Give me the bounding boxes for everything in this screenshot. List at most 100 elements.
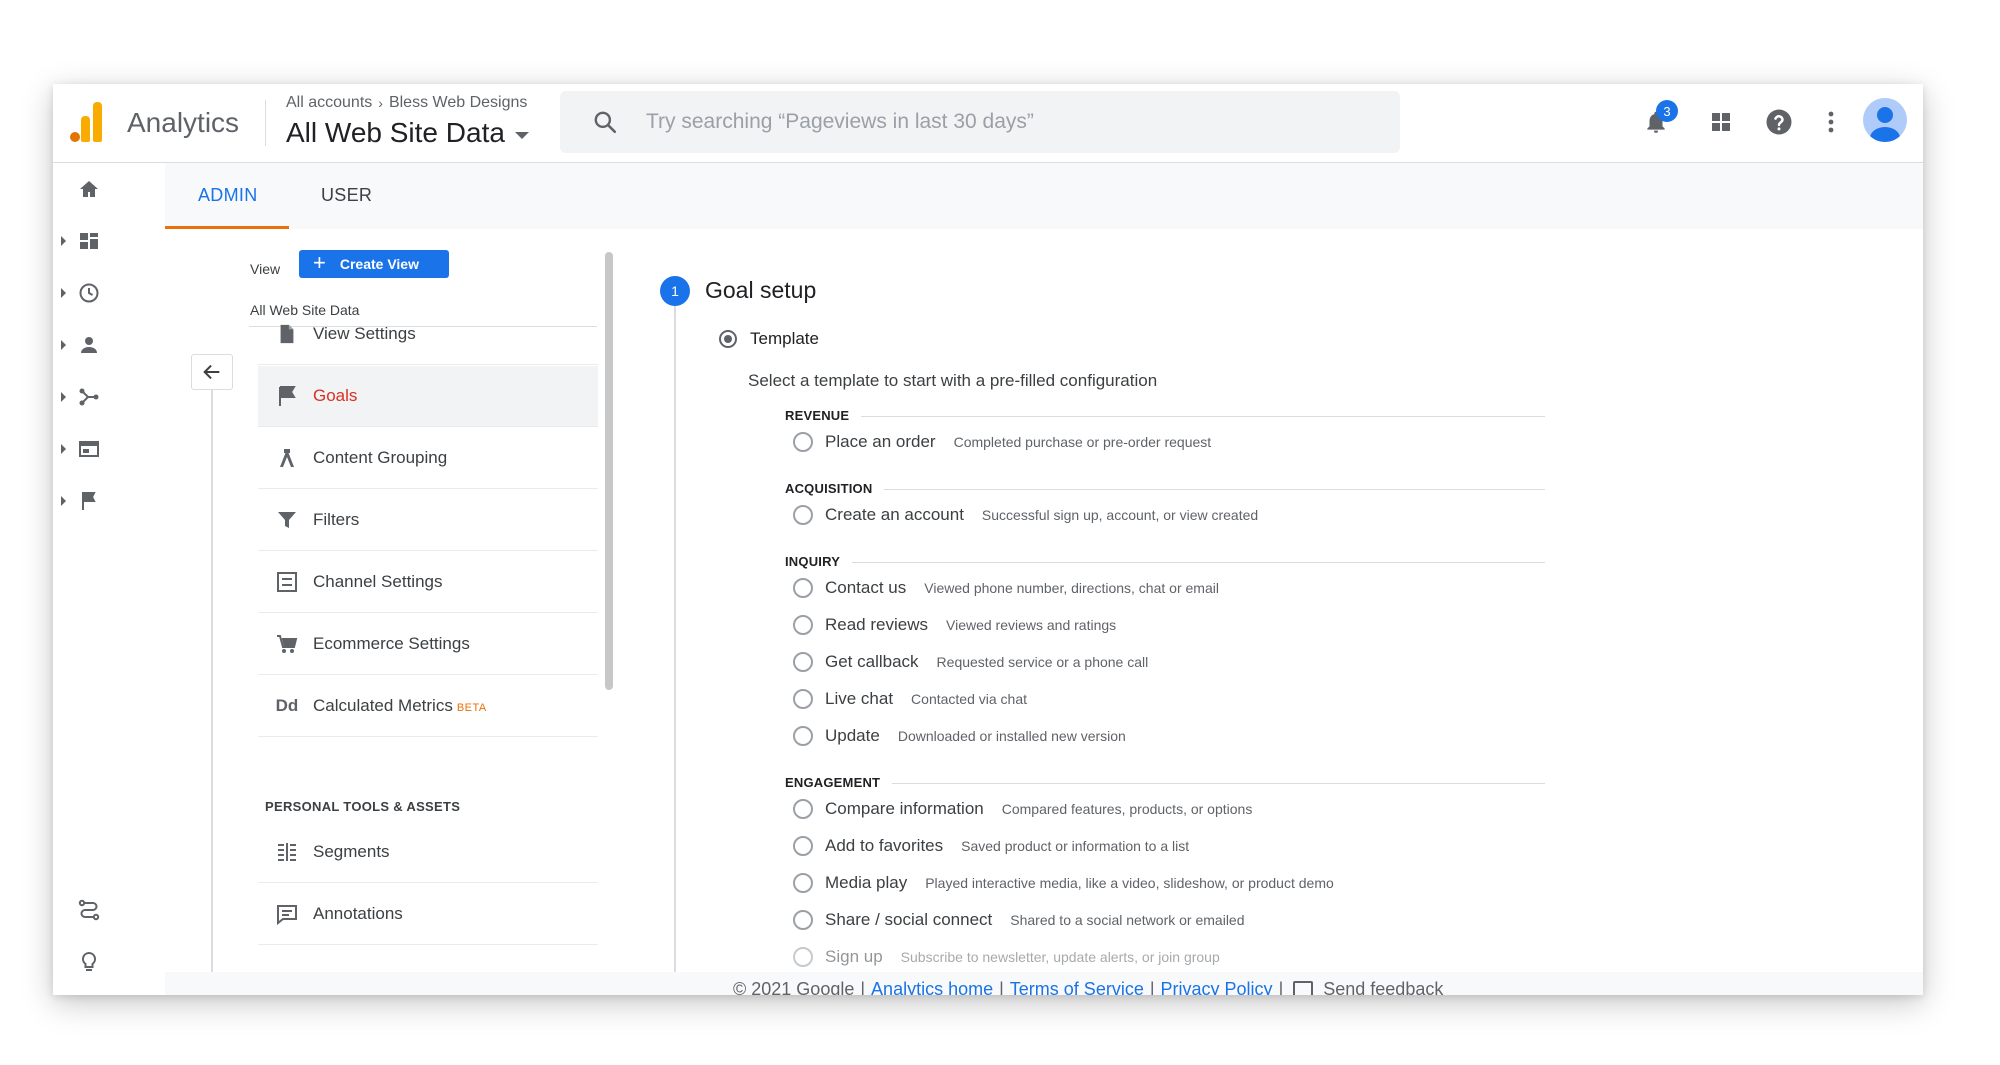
menu-item-segments[interactable]: Segments (258, 822, 598, 883)
help-icon (1766, 109, 1792, 135)
option-description: Compared features, products, or options (1001, 801, 1253, 817)
rail-behavior[interactable] (53, 427, 165, 471)
category-divider (785, 416, 1545, 417)
notifications-button[interactable]: 3 (1640, 100, 1678, 138)
radio-button[interactable] (793, 947, 813, 967)
document-icon (274, 321, 300, 347)
menu-item-view-settings[interactable]: View Settings (258, 304, 598, 365)
goal-option-create-an-account[interactable]: Create an account Successful sign up, ac… (793, 503, 1258, 527)
rail-customization[interactable] (53, 219, 165, 263)
audience-icon (81, 337, 97, 353)
send-feedback-link[interactable]: Send feedback (1323, 979, 1443, 995)
rail-conversions[interactable] (53, 479, 165, 523)
property-name[interactable]: All Web Site Data (286, 117, 505, 149)
goal-option-share-social-connect[interactable]: Share / social connect Shared to a socia… (793, 908, 1245, 932)
menu-item-filters[interactable]: Filters (258, 490, 598, 551)
radio-button[interactable] (793, 432, 813, 452)
menu-label: Ecommerce Settings (313, 634, 470, 653)
radio-button[interactable] (793, 689, 813, 709)
rail-attribution[interactable] (53, 888, 165, 932)
rail-home[interactable] (53, 167, 165, 211)
goal-option-sign-up[interactable]: Sign up Subscribe to newsletter, update … (793, 945, 1220, 969)
menu-item-channel-settings[interactable]: Channel Settings (258, 552, 598, 613)
category-title: REVENUE (785, 408, 862, 423)
footer-separator: | (860, 979, 866, 995)
privacy-link[interactable]: Privacy Policy (1161, 979, 1273, 995)
help-button[interactable] (1763, 106, 1795, 138)
column-guide-line (211, 390, 213, 995)
analytics-home-link[interactable]: Analytics home (871, 979, 993, 995)
breadcrumb-all-accounts[interactable]: All accounts (286, 94, 372, 112)
realtime-icon (79, 283, 99, 303)
rail-realtime[interactable] (53, 271, 165, 315)
option-label: Add to favorites (825, 836, 944, 855)
rail-audience[interactable] (53, 323, 165, 367)
channel-settings-icon (274, 569, 300, 595)
menu-item-annotations[interactable]: Annotations (258, 884, 598, 945)
view-label: View (250, 261, 281, 277)
template-label[interactable]: Template (750, 329, 819, 349)
tab-user[interactable]: USER (321, 185, 372, 206)
avatar[interactable] (1863, 98, 1907, 142)
option-label: Compare information (825, 799, 984, 818)
menu-item-calculated-metrics[interactable]: Dd Calculated Metrics BETA (258, 676, 598, 737)
option-description: Contacted via chat (911, 691, 1028, 707)
goal-option-place-an-order[interactable]: Place an order Completed purchase or pre… (793, 430, 1211, 454)
option-description: Requested service or a phone call (936, 654, 1149, 670)
goal-option-live-chat[interactable]: Live chat Contacted via chat (793, 687, 1027, 711)
search-bar[interactable]: Try searching “Pageviews in last 30 days… (560, 91, 1400, 153)
goal-option-add-to-favorites[interactable]: Add to favorites Saved product or inform… (793, 834, 1189, 858)
analytics-logo[interactable] (68, 102, 102, 142)
radio-button[interactable] (793, 910, 813, 930)
search-input[interactable]: Try searching “Pageviews in last 30 days… (646, 110, 1034, 134)
goal-option-contact-us[interactable]: Contact us Viewed phone number, directio… (793, 576, 1219, 600)
option-label: Sign up (825, 947, 883, 966)
template-description: Select a template to start with a pre-fi… (748, 371, 1158, 390)
breadcrumb-account[interactable]: Bless Web Designs (389, 94, 527, 112)
tab-admin[interactable]: ADMIN (198, 185, 258, 206)
menu-item-content-grouping[interactable]: Content Grouping (258, 428, 598, 489)
breadcrumb[interactable]: All accounts › Bless Web Designs (286, 94, 527, 112)
radio-button[interactable] (793, 799, 813, 819)
goal-option-read-reviews[interactable]: Read reviews Viewed reviews and ratings (793, 613, 1116, 637)
back-button[interactable] (191, 354, 233, 390)
radio-button[interactable] (793, 615, 813, 635)
rail-discover[interactable] (53, 940, 165, 984)
menu-item-ecommerce-settings[interactable]: Ecommerce Settings (258, 614, 598, 675)
more-options-button[interactable] (1815, 106, 1847, 138)
category-title: ENGAGEMENT (785, 775, 893, 790)
menu-label: Filters (313, 510, 360, 529)
footer-separator: | (1149, 979, 1155, 995)
copyright-text: © 2021 Google (733, 979, 855, 995)
create-view-button[interactable]: + Create View (299, 250, 449, 278)
app-name: Analytics (127, 107, 240, 138)
conversions-icon (82, 492, 96, 510)
radio-button[interactable] (793, 873, 813, 893)
analytics-window: Analytics All accounts › Bless Web Desig… (53, 84, 1923, 995)
option-description: Subscribe to newsletter, update alerts, … (900, 949, 1220, 965)
radio-button[interactable] (793, 726, 813, 746)
goal-option-compare-information[interactable]: Compare information Compared features, p… (793, 797, 1252, 821)
menu-item-goals[interactable]: Goals (258, 366, 598, 427)
expand-arrow-icon (61, 288, 66, 298)
property-selector[interactable]: All Web Site Data (286, 117, 529, 149)
goal-option-update[interactable]: Update Downloaded or installed new versi… (793, 724, 1126, 748)
content-grouping-icon (274, 445, 300, 471)
calculated-metrics-icon: Dd (275, 696, 299, 715)
radio-button[interactable] (793, 578, 813, 598)
option-label: Share / social connect (825, 910, 993, 929)
option-label: Create an account (825, 505, 964, 524)
radio-button[interactable] (793, 652, 813, 672)
rail-acquisition[interactable] (53, 375, 165, 419)
category-title: INQUIRY (785, 554, 853, 569)
terms-link[interactable]: Terms of Service (1010, 979, 1144, 995)
radio-button[interactable] (793, 836, 813, 856)
goal-option-get-callback[interactable]: Get callback Requested service or a phon… (793, 650, 1148, 674)
scrollbar-thumb[interactable] (605, 252, 613, 690)
radio-button[interactable] (793, 505, 813, 525)
apps-button[interactable] (1705, 106, 1737, 138)
personal-tools-heading: PERSONAL TOOLS & ASSETS (265, 799, 461, 814)
goal-option-media-play[interactable]: Media play Played interactive media, lik… (793, 871, 1334, 895)
template-radio[interactable] (719, 330, 737, 348)
beta-badge: BETA (456, 702, 487, 714)
